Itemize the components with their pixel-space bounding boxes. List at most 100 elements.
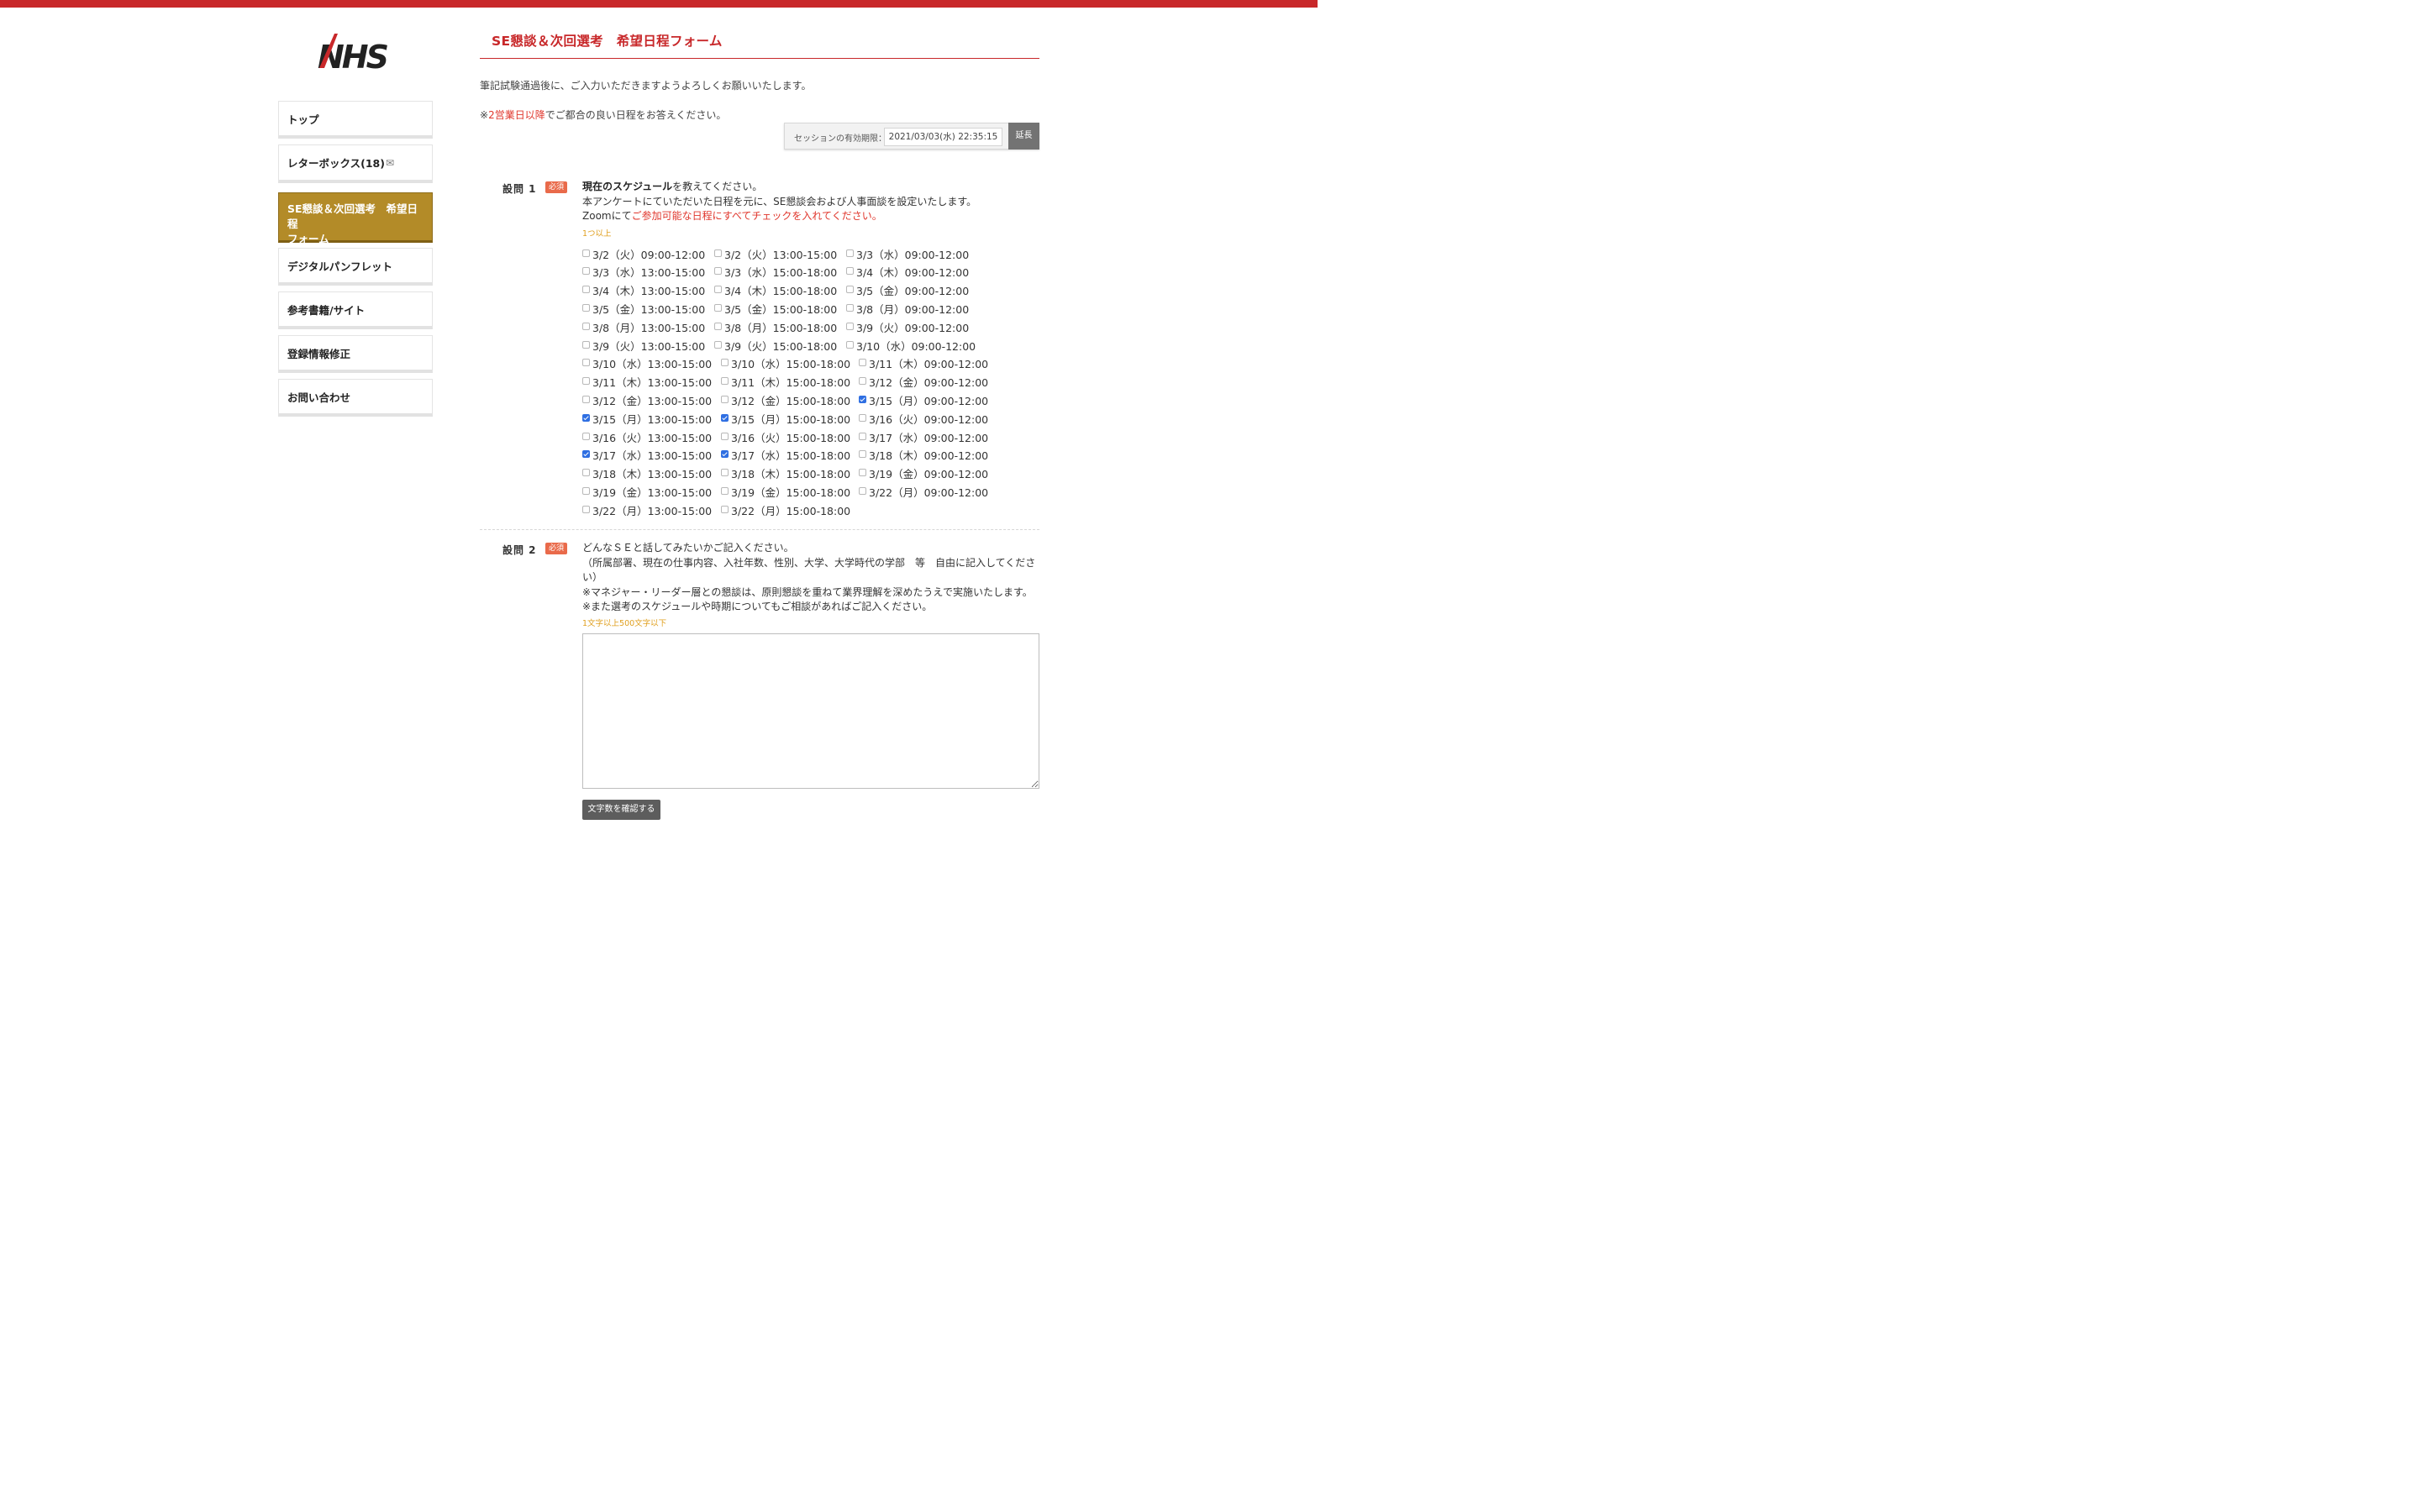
schedule-option[interactable]: 3/8（月）13:00-15:00 <box>582 318 705 335</box>
schedule-option[interactable]: 3/9（火）13:00-15:00 <box>582 337 705 354</box>
schedule-checkbox[interactable] <box>582 432 590 440</box>
sidebar-item-references[interactable]: 参考書籍/サイト <box>278 291 433 329</box>
schedule-option[interactable]: 3/10（水）13:00-15:00 <box>582 355 712 372</box>
schedule-option[interactable]: 3/16（火）13:00-15:00 <box>582 428 712 445</box>
schedule-checkbox[interactable] <box>846 322 854 330</box>
schedule-option[interactable]: 3/16（火）15:00-18:00 <box>721 428 850 445</box>
schedule-checkbox[interactable] <box>582 322 590 330</box>
schedule-checkbox[interactable] <box>582 395 590 403</box>
schedule-checkbox[interactable] <box>859 395 866 403</box>
schedule-option[interactable]: 3/4（木）09:00-12:00 <box>846 264 969 281</box>
schedule-option[interactable]: 3/17（水）09:00-12:00 <box>859 428 988 445</box>
schedule-checkbox[interactable] <box>721 377 729 386</box>
schedule-checkbox[interactable] <box>582 450 590 459</box>
schedule-option[interactable]: 3/5（金）09:00-12:00 <box>846 282 969 299</box>
question-2-textarea[interactable] <box>582 633 1039 789</box>
schedule-option[interactable]: 3/17（水）15:00-18:00 <box>721 447 850 464</box>
schedule-option[interactable]: 3/18（木）15:00-18:00 <box>721 465 850 482</box>
schedule-checkbox[interactable] <box>714 322 722 330</box>
schedule-checkbox[interactable] <box>846 286 854 294</box>
schedule-option[interactable]: 3/18（木）13:00-15:00 <box>582 465 712 482</box>
schedule-option[interactable]: 3/11（木）13:00-15:00 <box>582 374 712 391</box>
schedule-checkbox[interactable] <box>846 303 854 312</box>
sidebar-item-top[interactable]: トップ <box>278 101 433 139</box>
schedule-checkbox[interactable] <box>859 486 866 495</box>
schedule-option[interactable]: 3/10（水）15:00-18:00 <box>721 355 850 372</box>
schedule-checkbox[interactable] <box>582 377 590 386</box>
schedule-checkbox[interactable] <box>721 413 729 422</box>
schedule-checkbox[interactable] <box>582 505 590 513</box>
schedule-option[interactable]: 3/15（月）15:00-18:00 <box>721 410 850 427</box>
schedule-checkbox[interactable] <box>714 267 722 276</box>
schedule-checkbox[interactable] <box>846 267 854 276</box>
nhs-logo[interactable]: NHS <box>314 29 398 76</box>
schedule-option[interactable]: 3/10（水）09:00-12:00 <box>846 337 976 354</box>
schedule-checkbox[interactable] <box>714 303 722 312</box>
schedule-checkbox[interactable] <box>582 469 590 477</box>
schedule-checkbox[interactable] <box>846 340 854 349</box>
schedule-checkbox[interactable] <box>721 450 729 459</box>
schedule-option[interactable]: 3/22（月）13:00-15:00 <box>582 501 712 518</box>
schedule-option[interactable]: 3/15（月）13:00-15:00 <box>582 410 712 427</box>
schedule-option[interactable]: 3/5（金）15:00-18:00 <box>714 300 837 317</box>
schedule-option[interactable]: 3/4（木）13:00-15:00 <box>582 282 705 299</box>
sidebar-item-profile-edit[interactable]: 登録情報修正 <box>278 335 433 373</box>
schedule-option[interactable]: 3/3（水）13:00-15:00 <box>582 264 705 281</box>
schedule-option[interactable]: 3/9（火）15:00-18:00 <box>714 337 837 354</box>
schedule-option[interactable]: 3/17（水）13:00-15:00 <box>582 447 712 464</box>
schedule-checkbox[interactable] <box>721 469 729 477</box>
sidebar-item-schedule-form[interactable]: SE懇談＆次回選考 希望日程 フォーム <box>278 192 433 245</box>
schedule-checkbox[interactable] <box>859 450 866 459</box>
schedule-option[interactable]: 3/8（月）09:00-12:00 <box>846 300 969 317</box>
schedule-option[interactable]: 3/2（火）13:00-15:00 <box>714 245 837 262</box>
sidebar-item-letterbox[interactable]: レターボックス(18) ✉ <box>278 144 433 183</box>
schedule-option[interactable]: 3/16（火）09:00-12:00 <box>859 410 988 427</box>
schedule-option[interactable]: 3/19（金）15:00-18:00 <box>721 483 850 500</box>
schedule-option[interactable]: 3/22（月）09:00-12:00 <box>859 483 988 500</box>
schedule-option[interactable]: 3/9（火）09:00-12:00 <box>846 318 969 335</box>
schedule-checkbox[interactable] <box>859 413 866 422</box>
session-extend-button[interactable]: 延長 <box>1008 123 1039 150</box>
schedule-checkbox[interactable] <box>859 469 866 477</box>
schedule-checkbox[interactable] <box>582 286 590 294</box>
schedule-option[interactable]: 3/4（木）15:00-18:00 <box>714 282 837 299</box>
sidebar-item-digital-pamphlet[interactable]: デジタルパンフレット <box>278 248 433 286</box>
check-char-count-button[interactable]: 文字数を確認する <box>582 800 660 820</box>
schedule-checkbox[interactable] <box>721 359 729 367</box>
schedule-checkbox[interactable] <box>714 340 722 349</box>
schedule-checkbox[interactable] <box>582 303 590 312</box>
schedule-option[interactable]: 3/15（月）09:00-12:00 <box>859 391 988 408</box>
schedule-option[interactable]: 3/5（金）13:00-15:00 <box>582 300 705 317</box>
schedule-checkbox[interactable] <box>582 267 590 276</box>
schedule-checkbox[interactable] <box>582 359 590 367</box>
schedule-checkbox[interactable] <box>582 413 590 422</box>
schedule-option[interactable]: 3/3（水）09:00-12:00 <box>846 245 969 262</box>
schedule-option[interactable]: 3/12（金）13:00-15:00 <box>582 391 712 408</box>
schedule-option[interactable]: 3/8（月）15:00-18:00 <box>714 318 837 335</box>
schedule-checkbox[interactable] <box>582 340 590 349</box>
schedule-checkbox[interactable] <box>582 486 590 495</box>
schedule-option[interactable]: 3/11（木）15:00-18:00 <box>721 374 850 391</box>
schedule-checkbox[interactable] <box>721 395 729 403</box>
schedule-option[interactable]: 3/2（火）09:00-12:00 <box>582 245 705 262</box>
schedule-checkbox[interactable] <box>859 432 866 440</box>
schedule-option[interactable]: 3/19（金）13:00-15:00 <box>582 483 712 500</box>
schedule-option[interactable]: 3/22（月）15:00-18:00 <box>721 501 850 518</box>
schedule-checkbox[interactable] <box>714 286 722 294</box>
schedule-checkbox[interactable] <box>721 505 729 513</box>
schedule-option[interactable]: 3/19（金）09:00-12:00 <box>859 465 988 482</box>
schedule-option[interactable]: 3/12（金）15:00-18:00 <box>721 391 850 408</box>
schedule-checkbox[interactable] <box>859 377 866 386</box>
schedule-option[interactable]: 3/18（木）09:00-12:00 <box>859 447 988 464</box>
schedule-option[interactable]: 3/3（水）15:00-18:00 <box>714 264 837 281</box>
schedule-checkbox[interactable] <box>714 249 722 257</box>
schedule-checkbox[interactable] <box>846 249 854 257</box>
sidebar-item-contact[interactable]: お問い合わせ <box>278 379 433 417</box>
schedule-checkbox[interactable] <box>582 249 590 257</box>
schedule-option-label: 3/12（金）15:00-18:00 <box>731 394 851 407</box>
schedule-option[interactable]: 3/12（金）09:00-12:00 <box>859 374 988 391</box>
schedule-checkbox[interactable] <box>721 432 729 440</box>
schedule-checkbox[interactable] <box>721 486 729 495</box>
schedule-checkbox[interactable] <box>859 359 866 367</box>
schedule-option[interactable]: 3/11（木）09:00-12:00 <box>859 355 988 372</box>
